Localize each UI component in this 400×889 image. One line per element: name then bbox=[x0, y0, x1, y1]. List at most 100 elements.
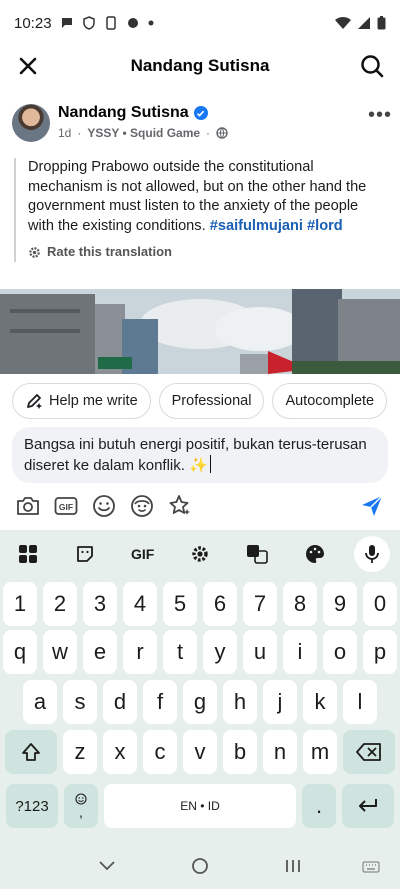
settings-gear-icon[interactable] bbox=[182, 536, 218, 572]
letter-row-1: q w e r t y u i o p bbox=[0, 630, 400, 674]
keyboard-toolbar: GIF bbox=[0, 536, 400, 572]
search-icon bbox=[361, 55, 384, 78]
emoji-icon[interactable] bbox=[92, 494, 116, 518]
gif-icon[interactable]: GIF bbox=[54, 495, 78, 517]
chip-help-me-write[interactable]: Help me write bbox=[12, 383, 151, 419]
key-5[interactable]: 5 bbox=[163, 582, 197, 626]
apps-grid-icon[interactable] bbox=[10, 536, 46, 572]
key-m[interactable]: m bbox=[303, 730, 337, 774]
letter-row-2: a s d f g h j k l bbox=[0, 680, 400, 724]
key-v[interactable]: v bbox=[183, 730, 217, 774]
emoji-comma-key[interactable]: , bbox=[64, 784, 98, 828]
key-2[interactable]: 2 bbox=[43, 582, 77, 626]
hashtag-link[interactable]: #saifulmujani bbox=[210, 218, 303, 234]
palette-icon[interactable] bbox=[297, 536, 333, 572]
key-e[interactable]: e bbox=[83, 630, 117, 674]
author-name[interactable]: Nandang Sutisna bbox=[58, 104, 189, 122]
phone-clip-icon bbox=[105, 16, 116, 30]
keyboard-gif-button[interactable]: GIF bbox=[125, 536, 161, 572]
nav-home-icon[interactable] bbox=[191, 857, 209, 875]
chip-label: Autocomplete bbox=[285, 393, 375, 409]
key-o[interactable]: o bbox=[323, 630, 357, 674]
key-n[interactable]: n bbox=[263, 730, 297, 774]
key-p[interactable]: p bbox=[363, 630, 397, 674]
post-meta: 1d · YSSY • Squid Game · bbox=[58, 126, 228, 140]
backspace-key[interactable] bbox=[343, 730, 395, 774]
status-time: 10:23 bbox=[14, 14, 52, 32]
keyboard-switch-icon[interactable] bbox=[362, 861, 380, 873]
shift-key[interactable] bbox=[5, 730, 57, 774]
avatar[interactable] bbox=[12, 104, 50, 142]
microphone-icon[interactable] bbox=[353, 536, 390, 572]
wifi-icon bbox=[335, 16, 351, 29]
system-nav-bar bbox=[0, 843, 400, 889]
post-image[interactable] bbox=[0, 289, 400, 374]
key-l[interactable]: l bbox=[343, 680, 377, 724]
space-key[interactable]: EN • ID bbox=[104, 784, 296, 828]
translate-icon[interactable] bbox=[239, 536, 275, 572]
chat-icon bbox=[61, 18, 72, 28]
symbols-key[interactable]: ?123 bbox=[6, 784, 58, 828]
chip-label: Help me write bbox=[49, 393, 138, 409]
letter-row-3: z x c v b n m bbox=[0, 730, 400, 774]
avatar-sticker-icon[interactable] bbox=[130, 494, 154, 518]
status-bar: 10:23 bbox=[0, 0, 400, 46]
key-8[interactable]: 8 bbox=[283, 582, 317, 626]
page-title: Nandang Sutisna bbox=[130, 56, 270, 75]
key-4[interactable]: 4 bbox=[123, 582, 157, 626]
on-screen-keyboard: GIF 1 2 3 4 5 6 7 8 9 0 q w e r t y u i … bbox=[0, 530, 400, 889]
chip-professional[interactable]: Professional bbox=[158, 383, 265, 419]
pencil-sparkle-icon bbox=[27, 394, 42, 409]
key-9[interactable]: 9 bbox=[323, 582, 357, 626]
post-more-button[interactable]: ••• bbox=[368, 104, 392, 127]
key-3[interactable]: 3 bbox=[83, 582, 117, 626]
key-b[interactable]: b bbox=[223, 730, 257, 774]
nav-recents-icon[interactable] bbox=[284, 857, 302, 875]
comma-label: , bbox=[79, 804, 83, 820]
rate-translation-button[interactable]: Rate this translation bbox=[28, 242, 386, 262]
gear-icon bbox=[29, 246, 40, 258]
post-group[interactable]: YSSY • Squid Game bbox=[87, 126, 200, 140]
status-notification-icons bbox=[60, 16, 154, 30]
key-1[interactable]: 1 bbox=[3, 582, 37, 626]
key-i[interactable]: i bbox=[283, 630, 317, 674]
post-time[interactable]: 1d bbox=[58, 126, 71, 140]
post-author[interactable]: Nandang Sutisna bbox=[58, 104, 208, 122]
dot-icon bbox=[148, 20, 154, 26]
key-z[interactable]: z bbox=[63, 730, 97, 774]
nav-back-icon[interactable] bbox=[98, 860, 116, 872]
key-j[interactable]: j bbox=[263, 680, 297, 724]
camera-icon[interactable] bbox=[16, 495, 40, 517]
key-s[interactable]: s bbox=[63, 680, 97, 724]
hashtag-link[interactable]: #lord bbox=[307, 218, 343, 234]
key-7[interactable]: 7 bbox=[243, 582, 277, 626]
key-0[interactable]: 0 bbox=[363, 582, 397, 626]
key-h[interactable]: h bbox=[223, 680, 257, 724]
key-w[interactable]: w bbox=[43, 630, 77, 674]
key-d[interactable]: d bbox=[103, 680, 137, 724]
sticker-icon[interactable] bbox=[67, 536, 103, 572]
key-f[interactable]: f bbox=[143, 680, 177, 724]
shift-icon bbox=[22, 743, 40, 761]
key-a[interactable]: a bbox=[23, 680, 57, 724]
close-button[interactable] bbox=[14, 52, 42, 80]
enter-key[interactable] bbox=[342, 784, 394, 828]
key-q[interactable]: q bbox=[3, 630, 37, 674]
key-g[interactable]: g bbox=[183, 680, 217, 724]
key-6[interactable]: 6 bbox=[203, 582, 237, 626]
key-x[interactable]: x bbox=[103, 730, 137, 774]
key-t[interactable]: t bbox=[163, 630, 197, 674]
period-key[interactable]: . bbox=[302, 784, 336, 828]
chip-autocomplete[interactable]: Autocomplete bbox=[272, 383, 388, 419]
sparkle-star-icon[interactable] bbox=[168, 494, 192, 518]
comment-toolbar: GIF bbox=[0, 490, 400, 522]
send-icon[interactable] bbox=[360, 494, 384, 518]
key-u[interactable]: u bbox=[243, 630, 277, 674]
comment-input[interactable]: Bangsa ini butuh energi positif, bukan t… bbox=[12, 427, 388, 483]
key-r[interactable]: r bbox=[123, 630, 157, 674]
key-c[interactable]: c bbox=[143, 730, 177, 774]
key-y[interactable]: y bbox=[203, 630, 237, 674]
key-k[interactable]: k bbox=[303, 680, 337, 724]
search-button[interactable] bbox=[358, 52, 386, 80]
post-text: Dropping Prabowo outside the constitutio… bbox=[14, 158, 386, 262]
